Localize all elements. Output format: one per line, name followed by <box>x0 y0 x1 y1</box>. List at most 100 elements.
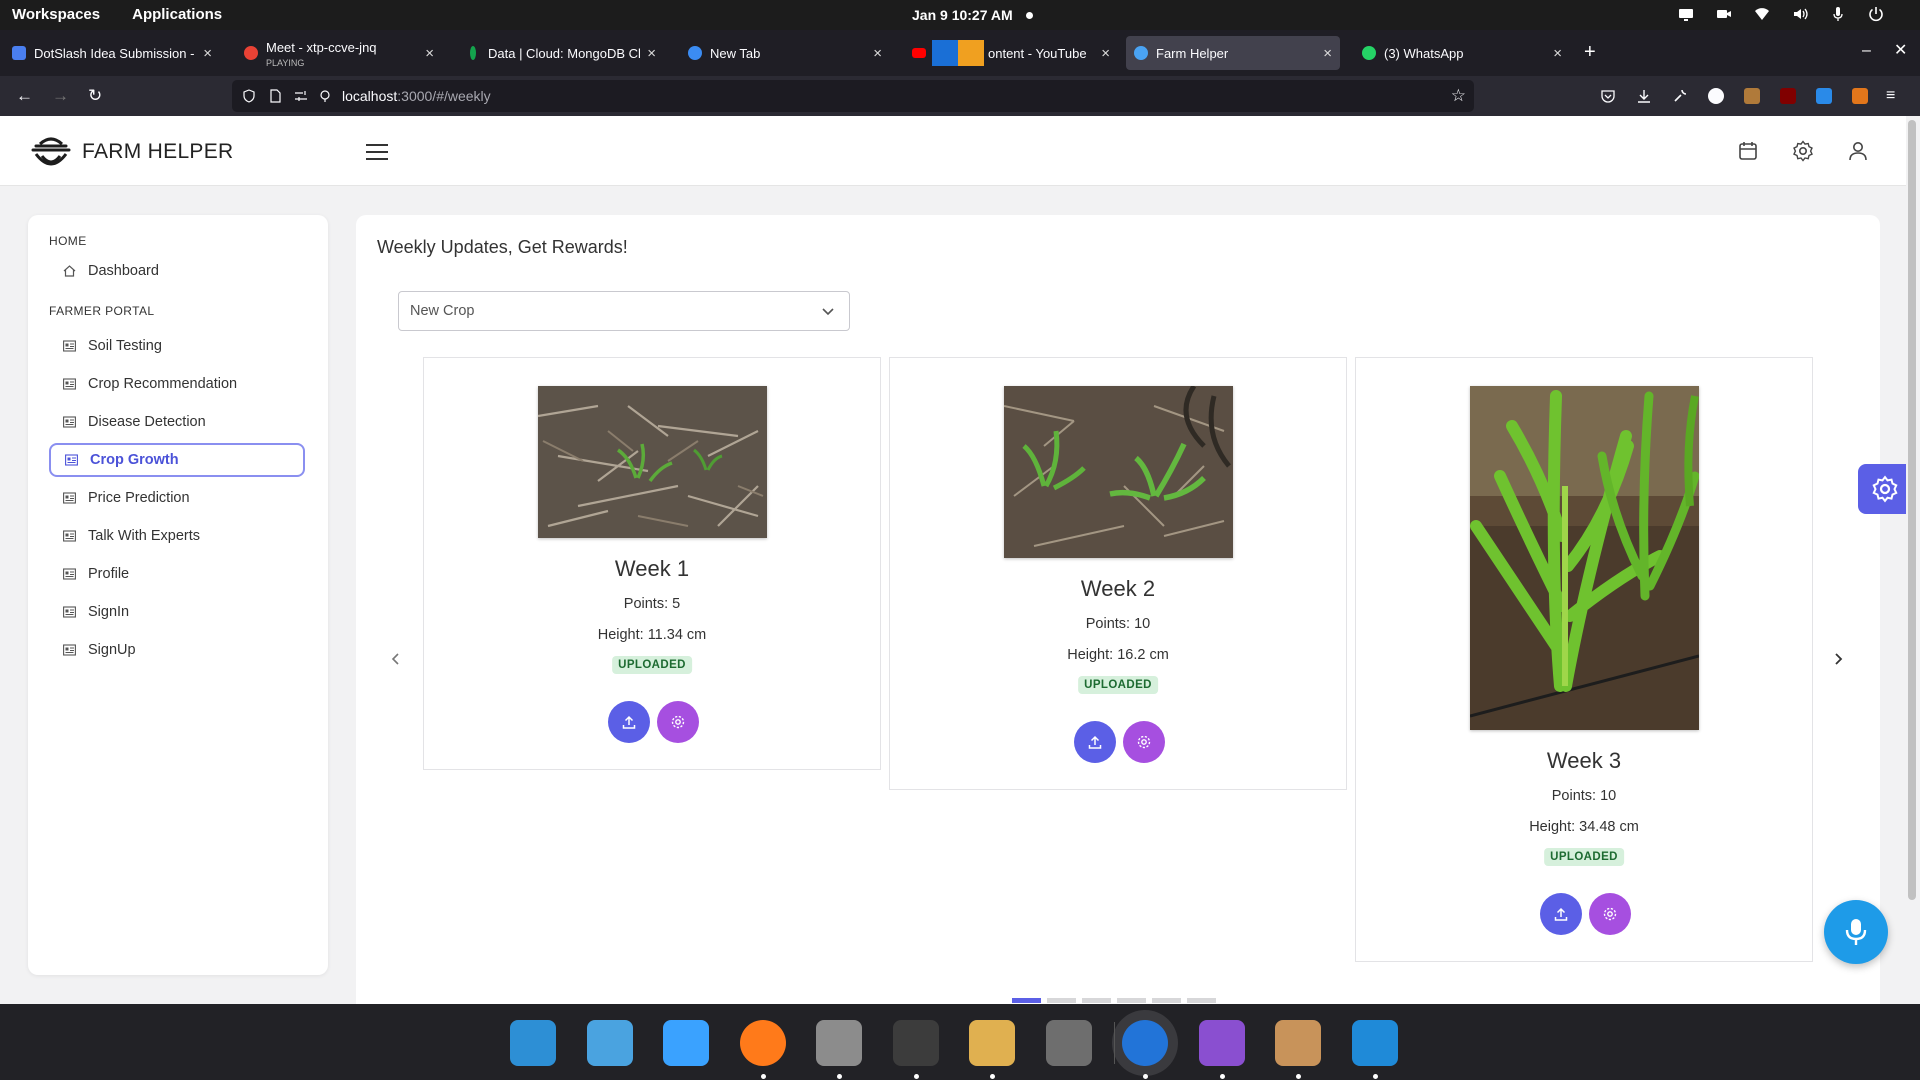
app-menu-icon[interactable]: ≡ <box>1886 87 1895 105</box>
url-text[interactable]: localhost:3000/#/weekly <box>342 88 491 104</box>
notification-dot <box>1026 12 1033 19</box>
url-bar[interactable]: localhost:3000/#/weekly ☆ <box>232 80 1474 112</box>
back-button[interactable]: ← <box>16 87 33 105</box>
sidebar-item-label: Soil Testing <box>88 338 162 354</box>
close-icon[interactable]: × <box>1553 45 1562 62</box>
carousel-prev-icon[interactable] <box>388 651 404 667</box>
carousel-dot[interactable] <box>1047 998 1076 1003</box>
carousel-dot[interactable] <box>1082 998 1111 1003</box>
dock-settings-icon[interactable] <box>1045 1020 1092 1066</box>
carousel-dot[interactable] <box>1152 998 1181 1003</box>
upload-button[interactable] <box>1540 893 1582 935</box>
close-icon[interactable]: × <box>425 45 434 62</box>
sidebar-item-signin[interactable]: SignIn <box>49 595 305 629</box>
clock[interactable]: Jan 9 10:27 AM <box>912 7 1013 23</box>
dock-package-app-icon[interactable] <box>1275 1020 1321 1066</box>
crop-photo-week-1[interactable] <box>538 386 767 538</box>
voice-assistant-button[interactable] <box>1824 900 1888 964</box>
sidebar-item-price-prediction[interactable]: Price Prediction <box>49 481 305 515</box>
s-extension-icon[interactable] <box>1816 88 1832 104</box>
pocket-icon[interactable] <box>1600 88 1616 104</box>
close-icon[interactable]: × <box>1101 45 1110 62</box>
screen-share-icon[interactable] <box>1678 6 1694 22</box>
close-icon[interactable]: × <box>873 45 882 62</box>
microphone-icon[interactable] <box>1830 6 1846 22</box>
crop-select-dropdown[interactable]: New Crop <box>398 291 850 331</box>
upload-button[interactable] <box>1074 721 1116 763</box>
dock-text-editor-icon[interactable] <box>969 1020 1015 1066</box>
dock-firefox-icon[interactable] <box>739 1020 786 1066</box>
settings-gear-icon[interactable] <box>1791 139 1815 163</box>
location-icon[interactable] <box>318 89 332 103</box>
dock-terminal-icon[interactable] <box>892 1020 939 1066</box>
volume-icon[interactable] <box>1792 6 1808 22</box>
dock-search-app-icon[interactable] <box>510 1020 556 1066</box>
tab-new-tab[interactable]: New Tab × <box>680 36 890 70</box>
ublock-icon[interactable] <box>1780 88 1796 104</box>
carousel-next-icon[interactable] <box>1830 651 1846 667</box>
brand-name[interactable]: FARM HELPER <box>82 140 234 164</box>
grammar-extension-icon[interactable] <box>1708 88 1724 104</box>
tab-meet[interactable]: Meet - xtp-ccve-jnq PLAYING × <box>236 36 442 70</box>
wifi-icon[interactable] <box>1754 6 1770 22</box>
workspaces-menu[interactable]: Workspaces <box>12 6 100 23</box>
tab-mongodb[interactable]: Data | Cloud: MongoDB Clou × <box>458 36 664 70</box>
crop-photo-week-3[interactable] <box>1470 386 1699 730</box>
close-icon[interactable]: × <box>203 45 212 62</box>
close-icon[interactable]: × <box>647 45 656 62</box>
sidebar-item-dashboard[interactable]: Dashboard <box>49 254 305 288</box>
hamburger-menu-icon[interactable] <box>366 144 388 160</box>
dock-workspace-app-icon[interactable] <box>586 1020 633 1066</box>
sidebar-item-soil-testing[interactable]: Soil Testing <box>49 329 305 363</box>
tab-youtube[interactable]: ontent - YouTube × <box>904 36 1118 70</box>
dock-vscode-icon[interactable] <box>1351 1020 1398 1066</box>
new-tab-button[interactable]: + <box>1584 42 1596 62</box>
page-icon[interactable] <box>268 89 282 103</box>
extension-badge-icon[interactable] <box>1744 88 1760 104</box>
camera-icon[interactable] <box>1716 6 1732 22</box>
carousel-dot[interactable] <box>1012 998 1041 1003</box>
gear-icon <box>1137 735 1151 749</box>
carousel-pagination <box>1012 998 1216 1003</box>
close-window-button[interactable]: ✕ <box>1894 43 1907 59</box>
sidebar-item-crop-growth[interactable]: Crop Growth <box>49 443 305 477</box>
farm-helper-logo-icon[interactable] <box>30 134 72 172</box>
tab-dotslash[interactable]: DotSlash Idea Submission - × <box>4 36 220 70</box>
power-icon[interactable] <box>1868 6 1884 22</box>
calendar-icon[interactable] <box>1736 139 1760 163</box>
applications-menu[interactable]: Applications <box>132 6 222 23</box>
analyze-button[interactable] <box>657 701 699 743</box>
minimize-button[interactable]: – <box>1862 43 1871 59</box>
dock-app-grid-icon[interactable] <box>663 1020 709 1066</box>
upload-button[interactable] <box>608 701 650 743</box>
reload-button[interactable]: ↻ <box>88 87 102 105</box>
carousel-dot[interactable] <box>1187 998 1216 1003</box>
sidebar-item-crop-recommendation[interactable]: Crop Recommendation <box>49 367 305 401</box>
shield-icon[interactable] <box>242 89 256 103</box>
crop-photo-week-2[interactable] <box>1004 386 1233 558</box>
user-account-icon[interactable] <box>1846 139 1870 163</box>
system-tray[interactable] <box>1678 6 1884 22</box>
downloads-icon[interactable] <box>1636 88 1652 104</box>
forward-button[interactable]: → <box>52 87 69 105</box>
dock-video-app-icon[interactable] <box>1198 1020 1245 1066</box>
carousel-dot[interactable] <box>1117 998 1146 1003</box>
sidebar-item-profile[interactable]: Profile <box>49 557 305 591</box>
analyze-button[interactable] <box>1123 721 1165 763</box>
sidebar-item-disease-detection[interactable]: Disease Detection <box>49 405 305 439</box>
wrench-icon[interactable] <box>1672 88 1688 104</box>
sidebar-item-signup[interactable]: SignUp <box>49 633 305 667</box>
tab-farm-helper[interactable]: Farm Helper × <box>1126 36 1340 70</box>
analyze-button[interactable] <box>1589 893 1631 935</box>
close-icon[interactable]: × <box>1323 45 1332 62</box>
bookmark-star-icon[interactable]: ☆ <box>1451 86 1466 106</box>
dock-files-icon[interactable] <box>816 1020 862 1066</box>
theme-settings-button[interactable] <box>1858 464 1906 514</box>
sidebar-item-talk-with-experts[interactable]: Talk With Experts <box>49 519 305 553</box>
week-card: Week 2 Points: 10 Height: 16.2 cm UPLOAD… <box>889 357 1347 790</box>
dock-browser-active-icon[interactable] <box>1122 1020 1168 1066</box>
permissions-icon[interactable] <box>294 89 308 103</box>
metamask-fox-icon[interactable] <box>1852 88 1868 104</box>
tab-whatsapp[interactable]: (3) WhatsApp × <box>1354 36 1570 70</box>
page-scrollbar[interactable] <box>1908 120 1916 900</box>
